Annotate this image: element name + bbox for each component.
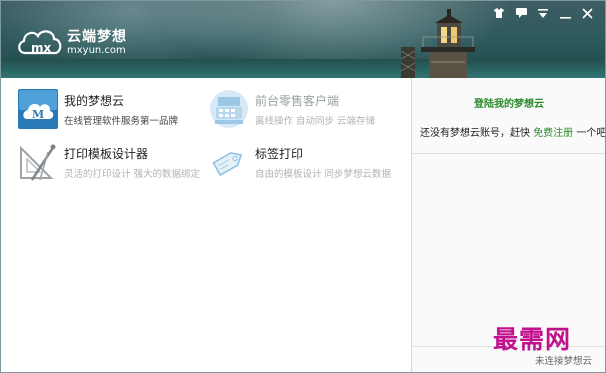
app-list-panel: M 我的梦想云 在线管理软件服务第一品牌 前台零售客户端 离线操作 自动同步 云…	[1, 78, 411, 372]
tag-icon	[212, 152, 243, 177]
brand-domain: mxyun.com	[67, 45, 126, 56]
app-desc: 自由的模板设计 同步梦想云数据	[255, 169, 392, 180]
app-item-retail-client[interactable]: 前台零售客户端 离线操作 自动同步 云端存储	[209, 89, 399, 129]
login-link[interactable]: 登陆我的梦想云	[412, 95, 605, 110]
app-item-my-cloud[interactable]: M 我的梦想云 在线管理软件服务第一品牌	[18, 89, 208, 129]
header-banner: mx 云端梦想 mxyun.com	[1, 1, 605, 78]
logo-letters: mx	[31, 41, 52, 55]
window-controls	[491, 5, 595, 21]
app-window: mx 云端梦想 mxyun.com M 我的梦想云 在线管理软件服务第一品牌 前…	[0, 0, 606, 373]
brand-name: 云端梦想	[67, 29, 127, 45]
app-item-print-designer[interactable]: 打印模板设计器 灵活的打印设计 强大的数据绑定	[18, 142, 208, 182]
free-signup-link[interactable]: 免费注册	[533, 128, 573, 139]
app-title: 标签打印	[255, 147, 304, 161]
menu-icon[interactable]	[535, 5, 551, 21]
app-title: 我的梦想云	[64, 94, 125, 108]
watermark: 最需网	[493, 325, 572, 354]
app-item-label-print[interactable]: 标签打印 自由的模板设计 同步梦想云数据	[209, 142, 399, 182]
chat-icon[interactable]	[513, 5, 529, 21]
signup-prefix: 还没有梦想云账号，赶快	[420, 128, 530, 139]
app-desc: 离线操作 自动同步 云端存储	[255, 116, 376, 127]
app-desc: 灵活的打印设计 强大的数据绑定	[64, 169, 201, 180]
lighthouse-image	[401, 9, 475, 78]
signup-suffix: 一个吧	[576, 128, 606, 139]
svg-text:M: M	[32, 108, 44, 121]
app-desc: 在线管理软件服务第一品牌	[64, 116, 179, 127]
cloud-m-icon: M	[18, 89, 58, 129]
sea-background	[1, 59, 605, 78]
drafting-tools-icon	[20, 144, 56, 181]
app-title: 前台零售客户端	[255, 94, 340, 108]
cloud-logo-icon: mx	[18, 30, 62, 55]
divider	[412, 153, 605, 154]
skin-icon[interactable]	[491, 5, 507, 21]
app-title: 打印模板设计器	[64, 147, 149, 161]
close-icon[interactable]	[579, 5, 595, 21]
signup-prompt: 还没有梦想云账号，赶快 免费注册 一个吧	[420, 124, 606, 139]
cash-register-icon	[210, 90, 248, 128]
minimize-icon[interactable]	[557, 5, 573, 21]
